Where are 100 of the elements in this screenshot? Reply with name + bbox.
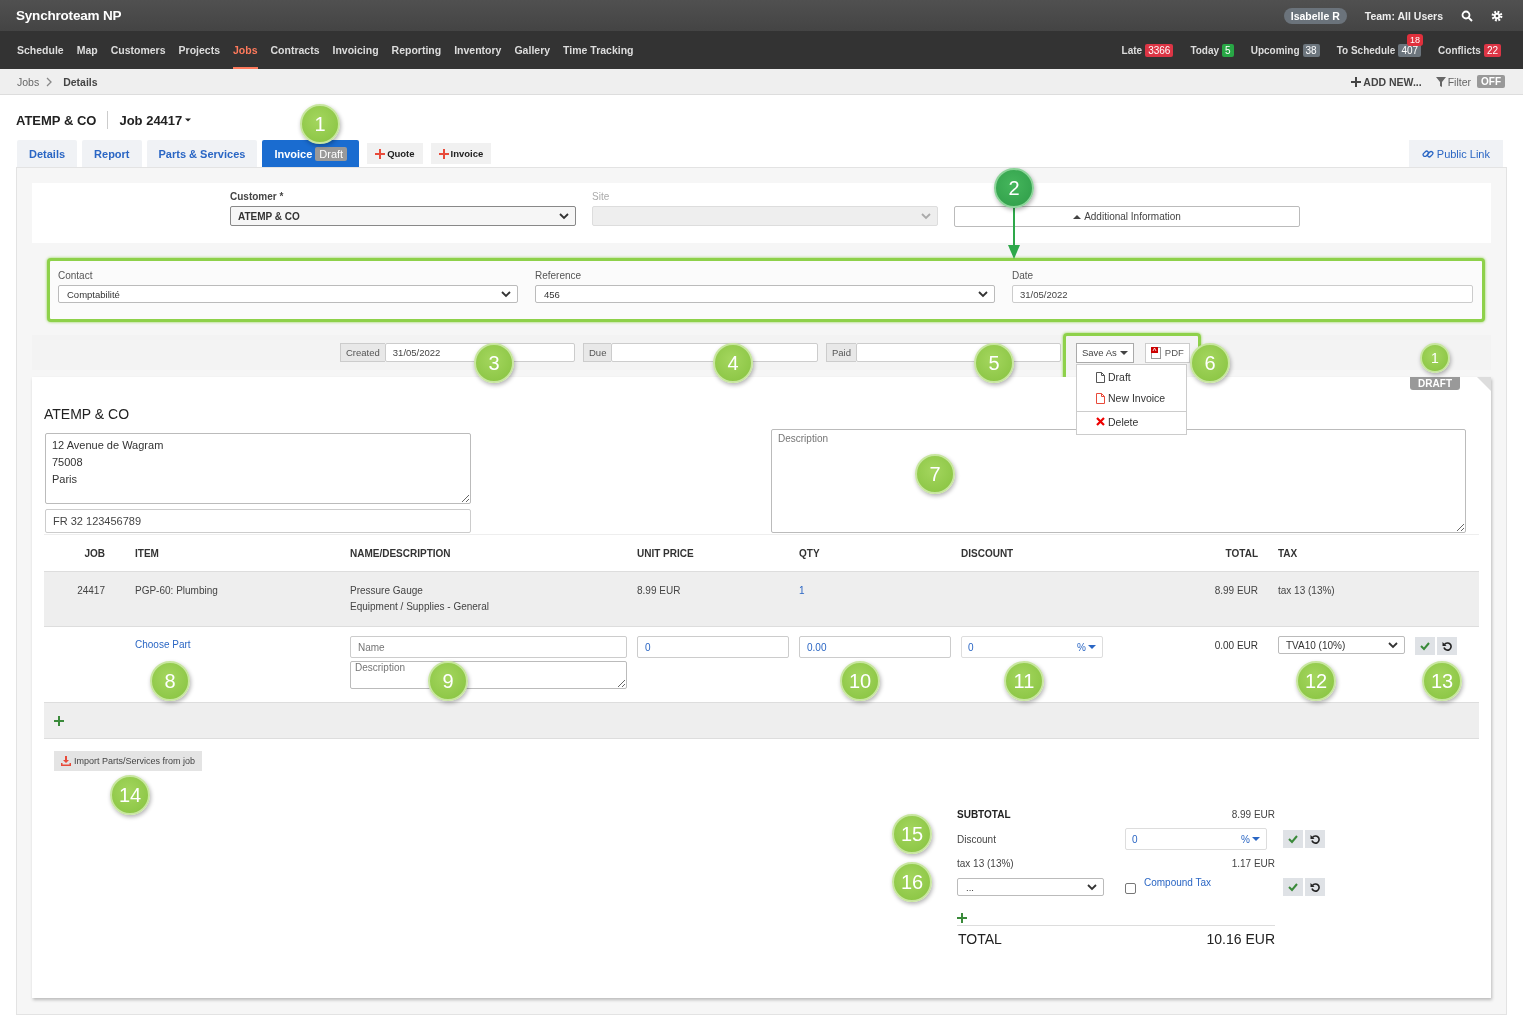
- team-selector[interactable]: Team: All Users: [1364, 9, 1443, 22]
- pointer-arrow: [1007, 207, 1021, 259]
- caret-icon: [1088, 644, 1096, 650]
- nav-item[interactable]: Schedule: [17, 31, 64, 69]
- undo-icon: [1310, 882, 1320, 892]
- filter-link[interactable]: Filter: [1435, 75, 1471, 88]
- nav-item[interactable]: Time Tracking: [563, 31, 634, 69]
- pdf-icon: [1150, 346, 1162, 359]
- public-link[interactable]: Public Link: [1408, 140, 1503, 167]
- nav-item[interactable]: Customers: [110, 31, 166, 69]
- table-cell-text: 0.00 EUR: [1213, 639, 1259, 653]
- counter-link[interactable]: Today: [1190, 44, 1220, 56]
- tax-select[interactable]: TVA10 (10%): [1278, 636, 1405, 654]
- count-badge: 3366: [1145, 43, 1174, 57]
- tax-select[interactable]: ...: [957, 878, 1104, 896]
- tab[interactable]: Report: [82, 140, 142, 167]
- column-header: JOB: [83, 547, 106, 559]
- add-tax-button[interactable]: [957, 913, 967, 923]
- field-label: Contact: [58, 270, 94, 282]
- menu-item[interactable]: New Invoice: [1077, 387, 1186, 409]
- select-field[interactable]: Comptabilité: [58, 285, 518, 303]
- table-cell-text: tax 13 (13%): [1277, 585, 1336, 598]
- add-button[interactable]: Invoice: [430, 143, 492, 164]
- count-badge: 22: [1483, 43, 1501, 57]
- discount-field[interactable]: 0 %: [961, 636, 1103, 658]
- job-dropdown[interactable]: Job 24417: [119, 112, 192, 128]
- callout-overlay: 1: [300, 104, 340, 144]
- date-field[interactable]: 31/05/2022: [1012, 285, 1473, 303]
- user-menu[interactable]: Isabelle R: [1283, 7, 1347, 24]
- select-field[interactable]: 456: [535, 285, 995, 303]
- column-header: DISCOUNT: [960, 547, 1015, 559]
- field-label: Customer *: [230, 191, 285, 203]
- chevron-icon: [920, 210, 932, 222]
- plus-icon: [54, 715, 64, 726]
- column-header: UNIT PRICE: [636, 547, 695, 559]
- nav-item[interactable]: Contracts: [270, 31, 320, 69]
- tax-value: 1.17 EUR: [1230, 858, 1275, 869]
- breadcrumb-item: Details: [63, 75, 98, 88]
- unit-dropdown[interactable]: %: [1077, 641, 1096, 653]
- count-badge: 38: [1302, 43, 1320, 57]
- discount-field[interactable]: 0 %: [1125, 828, 1267, 850]
- total-value: 10.16 EUR: [1206, 931, 1275, 947]
- menu-item[interactable]: Draft: [1077, 366, 1186, 388]
- chevron-icon: [1387, 639, 1399, 651]
- counter-link[interactable]: Upcoming: [1250, 44, 1300, 56]
- tab[interactable]: Invoice Draft: [262, 140, 360, 167]
- unit-price-field[interactable]: 0: [637, 636, 789, 658]
- vat-field[interactable]: FR 32 123456789: [45, 509, 471, 533]
- status-badge: Draft: [315, 146, 348, 161]
- caret-icon: [1252, 836, 1260, 842]
- add-line-button[interactable]: [54, 715, 64, 726]
- customer-select[interactable]: ATEMP & CO: [230, 206, 576, 226]
- address-field[interactable]: 12 Avenue de Wagram 75008 Paris: [45, 433, 471, 504]
- table-cell-text: Pressure Gauge: [350, 585, 424, 596]
- import-button[interactable]: Import Parts/Services from job: [54, 751, 203, 771]
- nav-item[interactable]: Invoicing: [332, 31, 379, 69]
- file-icon: [1096, 371, 1105, 383]
- tab[interactable]: Details: [17, 140, 78, 167]
- undo-button[interactable]: [1437, 637, 1457, 655]
- link-icon: [1421, 147, 1434, 160]
- caret-icon: [1119, 349, 1128, 356]
- date-label: Created: [340, 343, 385, 362]
- nav-item[interactable]: Gallery: [514, 31, 551, 69]
- plus-icon: [375, 148, 386, 159]
- counter-link[interactable]: Conflicts: [1438, 44, 1481, 56]
- subtotal-value: 8.99 EUR: [1230, 809, 1275, 820]
- undo-icon: [1310, 834, 1320, 844]
- table-cell-text: 24417: [76, 585, 106, 598]
- total-label: TOTAL: [958, 931, 1002, 947]
- counter-link[interactable]: Late: [1121, 44, 1143, 56]
- qty-field[interactable]: 0.00: [799, 636, 951, 658]
- plus-icon: [438, 148, 449, 159]
- choose-part-link[interactable]: Choose Part: [135, 639, 191, 650]
- breadcrumb-item[interactable]: Jobs: [17, 75, 40, 88]
- nav-item[interactable]: Projects: [178, 31, 220, 69]
- delete-icon: [1096, 417, 1105, 426]
- customer-name: ATEMP & CO: [16, 112, 97, 128]
- nav-item[interactable]: Map: [76, 31, 98, 69]
- column-header: NAME/DESCRIPTION: [349, 547, 452, 559]
- discount-label: Discount: [957, 833, 997, 845]
- table-cell-text: Equipment / Supplies - General: [350, 601, 490, 612]
- nav-item[interactable]: Reporting: [391, 31, 442, 69]
- add-new-link[interactable]: ADD NEW...: [1351, 75, 1422, 88]
- undo-button[interactable]: [1305, 878, 1325, 896]
- undo-button[interactable]: [1305, 830, 1325, 848]
- pdf-button[interactable]: PDF: [1144, 342, 1190, 363]
- compound-checkbox[interactable]: [1125, 883, 1136, 894]
- add-button[interactable]: Quote: [367, 143, 423, 164]
- nav-item[interactable]: Inventory: [454, 31, 502, 69]
- caret-icon: [1073, 213, 1082, 220]
- compound-tax-link[interactable]: Compound Tax: [1144, 877, 1212, 888]
- unit-dropdown[interactable]: %: [1241, 833, 1260, 845]
- count-badge: 5: [1222, 43, 1234, 57]
- additional-info-button[interactable]: Additional Information: [954, 206, 1300, 227]
- name-field[interactable]: Name: [350, 636, 627, 658]
- tax-label: tax 13 (13%): [957, 858, 1015, 869]
- tab[interactable]: Parts & Services: [146, 140, 258, 167]
- column-header: TAX: [1277, 547, 1299, 559]
- save-as-button[interactable]: Save As: [1076, 342, 1134, 363]
- counter-link[interactable]: To Schedule: [1336, 44, 1396, 56]
